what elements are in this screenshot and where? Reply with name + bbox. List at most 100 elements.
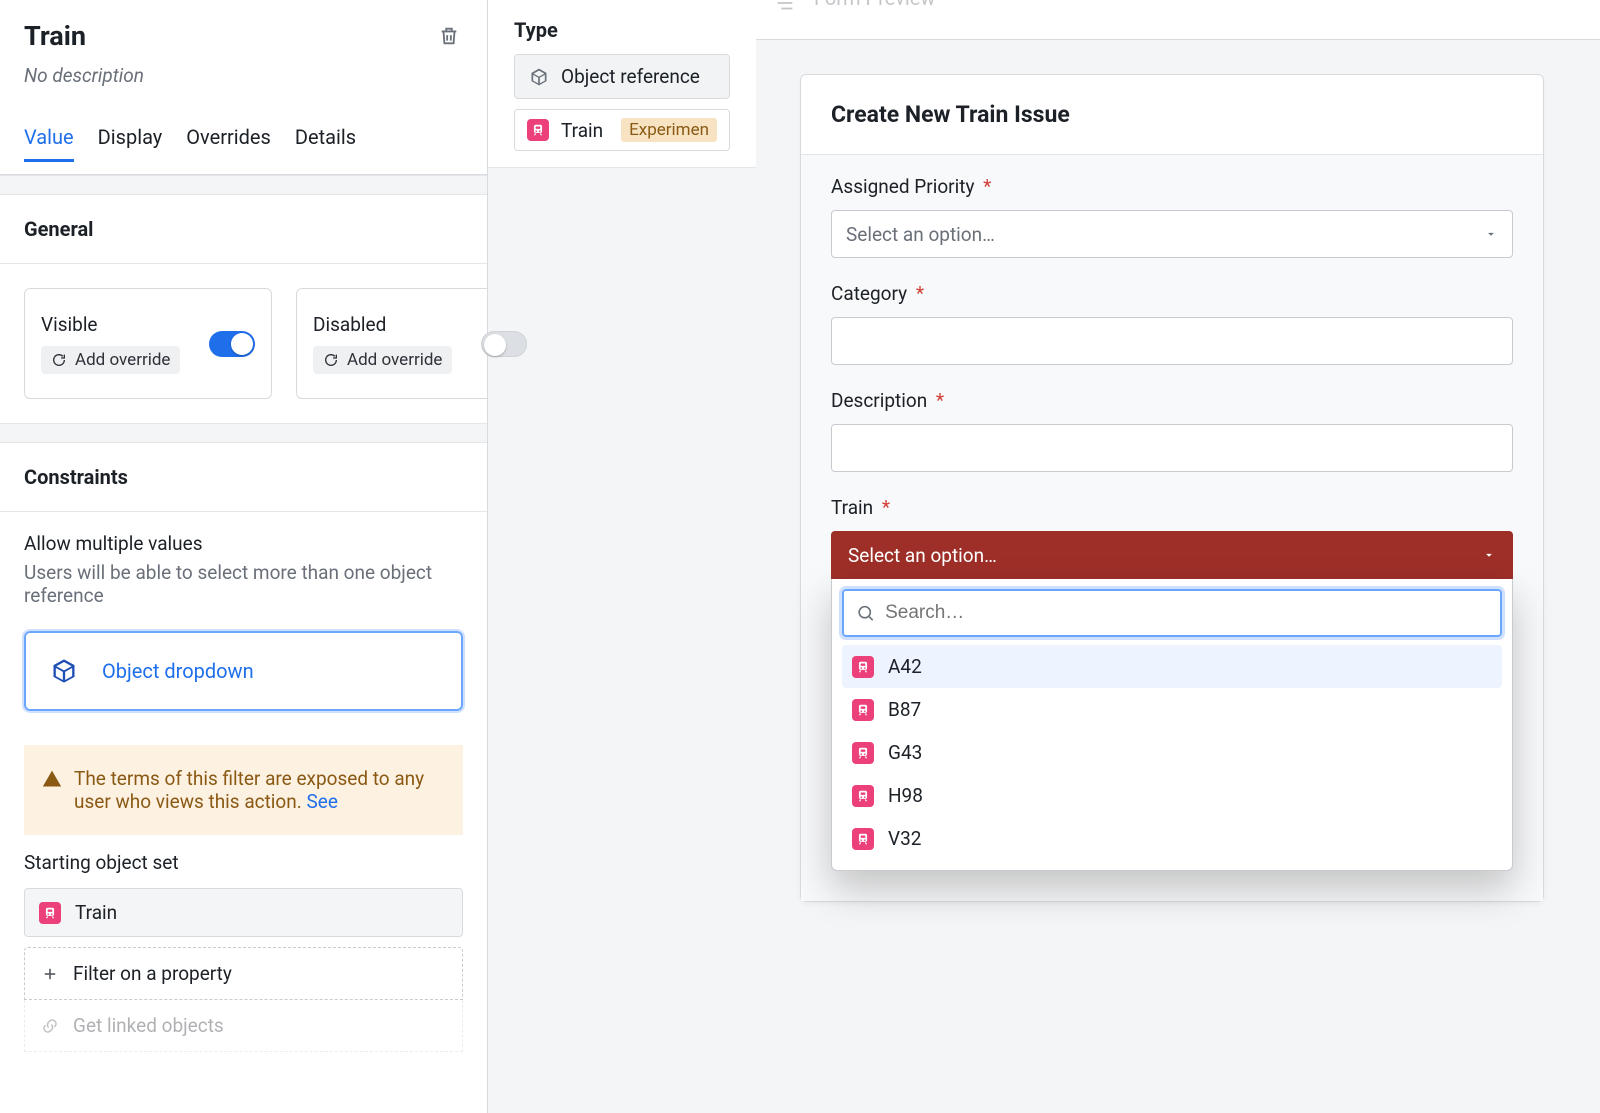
link-icon [41, 1017, 59, 1035]
refresh-icon [51, 352, 67, 368]
tab-overrides[interactable]: Overrides [186, 125, 271, 162]
train-icon [852, 742, 874, 764]
priority-label: Assigned Priority [831, 175, 974, 198]
warning-text: The terms of this filter are exposed to … [74, 767, 424, 813]
cube-icon [50, 657, 78, 685]
form-card: Create New Train Issue Assigned Priority… [800, 74, 1544, 902]
train-select[interactable]: Select an option… [831, 531, 1513, 579]
plus-icon [41, 965, 59, 983]
train-option-label: H98 [888, 784, 923, 807]
category-input-wrap [831, 317, 1513, 365]
form-title: Create New Train Issue [801, 75, 1543, 155]
refresh-icon [323, 352, 339, 368]
disabled-add-override[interactable]: Add override [313, 346, 452, 374]
description-label: Description [831, 389, 927, 412]
priority-select[interactable]: Select an option… [831, 210, 1513, 258]
train-option-label: A42 [888, 655, 922, 678]
field-priority: Assigned Priority * Select an option… [831, 175, 1513, 258]
divider [0, 423, 487, 443]
form-icon [774, 0, 796, 14]
starting-chip-label: Train [75, 901, 117, 924]
section-constraints: Constraints [0, 443, 487, 512]
form-preview-label: Form Preview [814, 0, 935, 10]
warning-icon [42, 769, 62, 789]
filter-warning: The terms of this filter are exposed to … [24, 745, 463, 835]
delete-button[interactable] [435, 21, 463, 51]
category-input[interactable] [846, 318, 1498, 364]
search-icon [856, 603, 875, 623]
train-option[interactable]: G43 [842, 731, 1502, 774]
train-option[interactable]: A42 [842, 645, 1502, 688]
description-text: No description [24, 64, 463, 87]
field-description: Description * [831, 389, 1513, 472]
type-panel: Type Object reference Train Experimen [488, 0, 756, 1113]
object-dropdown-label: Object dropdown [102, 659, 254, 683]
left-header: Train No description Value Display Overr… [0, 0, 487, 175]
tab-display[interactable]: Display [98, 125, 163, 162]
train-label: Train [831, 496, 873, 519]
visible-add-override[interactable]: Add override [41, 346, 180, 374]
train-icon [852, 785, 874, 807]
train-dropdown-popup: A42 B87 G43 [831, 579, 1513, 871]
form-preview-panel: Form Preview Create New Train Issue Assi… [756, 0, 1600, 1113]
card-visible: Visible Add override [24, 288, 272, 399]
type-train-label: Train [561, 119, 603, 142]
allow-multiple-subtitle: Users will be able to select more than o… [24, 561, 463, 607]
disabled-toggle[interactable] [481, 331, 527, 357]
type-train-row[interactable]: Train Experimen [514, 109, 730, 151]
required-asterisk: * [882, 496, 890, 519]
tabs: Value Display Overrides Details [24, 125, 463, 162]
page-title: Train [24, 20, 86, 52]
category-label: Category [831, 282, 907, 305]
starting-chip[interactable]: Train [24, 888, 463, 937]
filter-on-property-label: Filter on a property [73, 962, 232, 985]
visible-toggle[interactable] [209, 331, 255, 357]
object-dropdown-card[interactable]: Object dropdown [24, 631, 463, 711]
train-option-label: B87 [888, 698, 921, 721]
train-icon [852, 699, 874, 721]
tab-details[interactable]: Details [295, 125, 356, 162]
warning-link[interactable]: See [306, 790, 337, 813]
train-search-input[interactable] [885, 602, 1488, 624]
starting-object-set: Starting object set Train Filter on a pr… [24, 851, 463, 1052]
required-asterisk: * [936, 389, 944, 412]
train-option[interactable]: B87 [842, 688, 1502, 731]
trash-icon [438, 24, 460, 48]
type-object-reference[interactable]: Object reference [514, 54, 730, 99]
train-icon [852, 828, 874, 850]
priority-placeholder: Select an option… [846, 223, 995, 246]
train-icon [852, 656, 874, 678]
form-preview-bar: Form Preview [756, 0, 1600, 40]
train-option[interactable]: H98 [842, 774, 1502, 817]
cube-icon [529, 67, 549, 87]
field-category: Category * [831, 282, 1513, 365]
required-asterisk: * [983, 175, 991, 198]
allow-multiple-title: Allow multiple values [24, 532, 463, 555]
description-input-wrap [831, 424, 1513, 472]
section-general: General [0, 195, 487, 264]
train-icon [527, 119, 549, 141]
train-search-wrap [842, 589, 1502, 637]
train-option[interactable]: V32 [842, 817, 1502, 860]
divider [0, 175, 487, 195]
visible-label: Visible [41, 313, 98, 336]
field-train: Train * Select an option… [831, 496, 1513, 871]
required-asterisk: * [916, 282, 924, 305]
description-input[interactable] [846, 425, 1498, 471]
experimental-badge: Experimen [621, 118, 717, 142]
train-placeholder: Select an option… [848, 544, 997, 567]
type-object-reference-label: Object reference [561, 65, 700, 88]
left-panel: Train No description Value Display Overr… [0, 0, 488, 1113]
get-linked-objects-label: Get linked objects [73, 1014, 224, 1037]
chevron-down-icon [1484, 227, 1498, 241]
train-icon [39, 902, 61, 924]
constraints-body: Allow multiple values Users will be able… [0, 512, 487, 1072]
chevron-down-icon [1482, 548, 1496, 562]
get-linked-objects-row[interactable]: Get linked objects [24, 1000, 463, 1052]
train-option-label: V32 [888, 827, 921, 850]
disabled-label: Disabled [313, 313, 386, 336]
tab-value[interactable]: Value [24, 125, 74, 162]
train-option-label: G43 [888, 741, 922, 764]
general-cards: Visible Add override Disabled Add overri… [0, 264, 487, 423]
filter-on-property-row[interactable]: Filter on a property [24, 947, 463, 1000]
